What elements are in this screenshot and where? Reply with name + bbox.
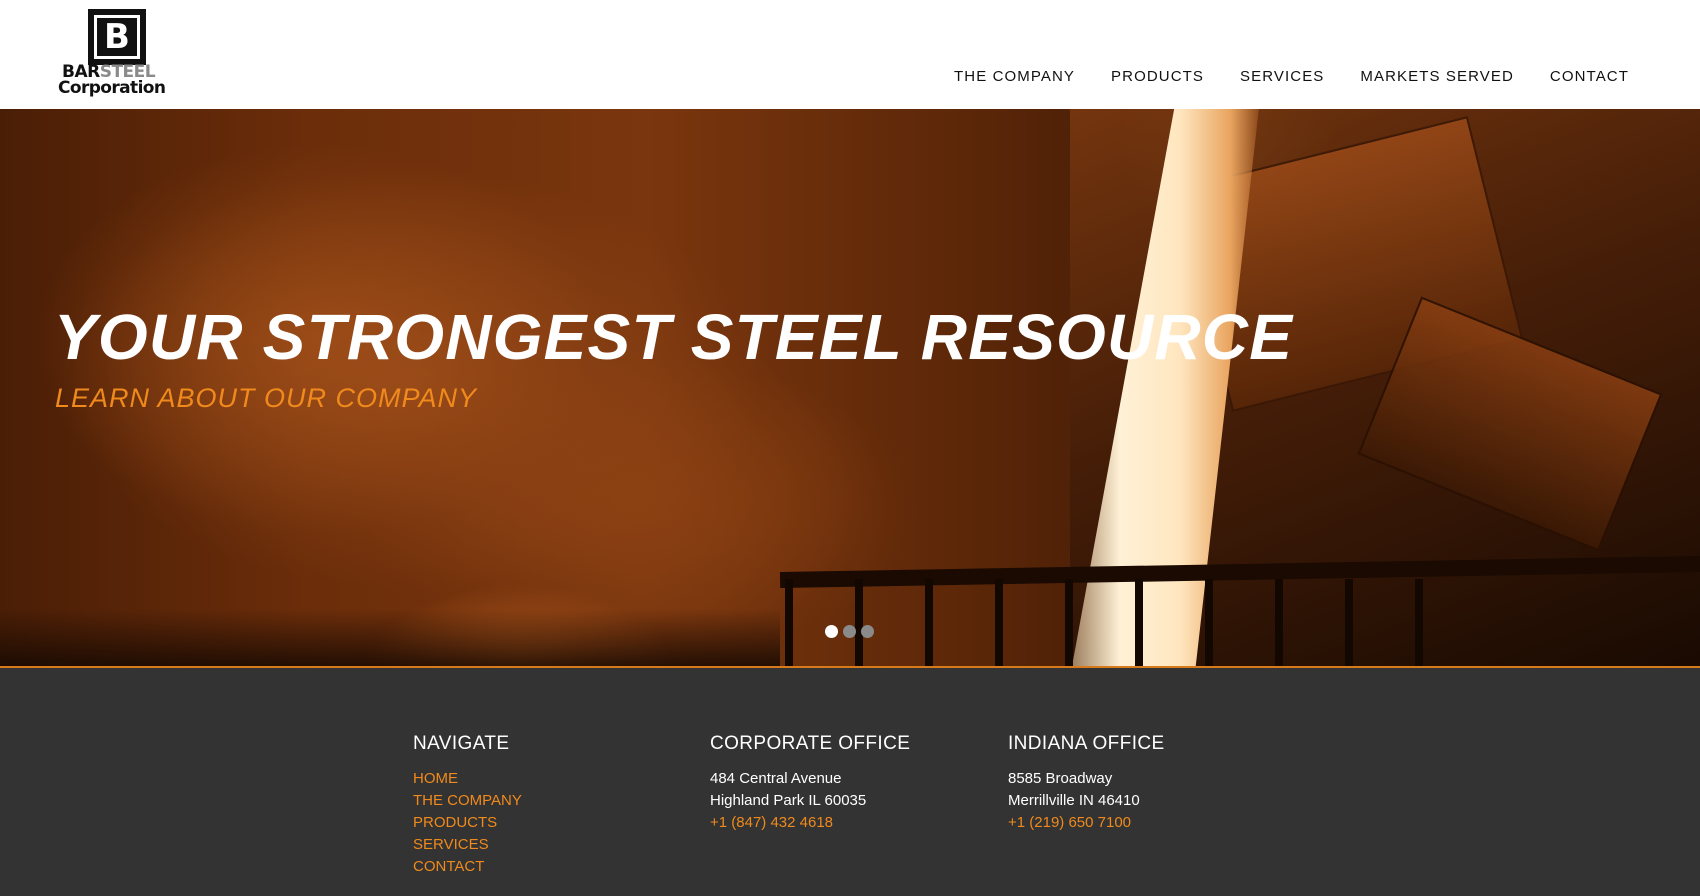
corporate-address-line1: 484 Central Avenue [710, 770, 842, 787]
hero-frame [785, 579, 1425, 668]
slider-dot-2[interactable] [843, 625, 856, 638]
logo-corporation: Corporation [58, 78, 166, 98]
logo-mark: B [88, 9, 146, 65]
footer-link-home[interactable]: HOME [413, 768, 522, 790]
slider-dot-3[interactable] [861, 625, 874, 638]
nav-item-products[interactable]: PRODUCTS [1111, 68, 1204, 85]
indiana-address-line1: 8585 Broadway [1008, 770, 1113, 787]
slider-dots [825, 625, 874, 638]
footer-corporate-title: CORPORATE OFFICE [710, 733, 911, 754]
main-nav: THE COMPANY PRODUCTS SERVICES MARKETS SE… [954, 68, 1629, 85]
corporate-phone-link[interactable]: +1 (847) 432 4618 [710, 812, 910, 834]
hero-ground [0, 609, 780, 668]
footer-indiana-title: INDIANA OFFICE [1008, 733, 1165, 754]
footer-corporate-office: CORPORATE OFFICE 484 Central Avenue High… [710, 734, 910, 834]
footer-link-contact[interactable]: CONTACT [413, 856, 522, 878]
footer-link-services[interactable]: SERVICES [413, 834, 522, 856]
footer-indiana-office: INDIANA OFFICE 8585 Broadway Merrillvill… [1008, 734, 1165, 834]
hero-title: YOUR STRONGEST STEEL RESOURCE [54, 301, 1294, 373]
site-footer: NAVIGATE HOME THE COMPANY PRODUCTS SERVI… [0, 668, 1700, 896]
nav-item-contact[interactable]: CONTACT [1550, 68, 1629, 85]
nav-item-markets-served[interactable]: MARKETS SERVED [1360, 68, 1514, 85]
indiana-address-line2: Merrillville IN 46410 [1008, 792, 1140, 809]
indiana-phone-link[interactable]: +1 (219) 650 7100 [1008, 812, 1165, 834]
company-logo[interactable]: B BARSTEEL Corporation [58, 9, 176, 99]
footer-link-products[interactable]: PRODUCTS [413, 812, 522, 834]
nav-item-services[interactable]: SERVICES [1240, 68, 1324, 85]
hero-slider: YOUR STRONGEST STEEL RESOURCE LEARN ABOU… [0, 109, 1700, 668]
learn-about-company-link[interactable]: LEARN ABOUT OUR COMPANY [55, 385, 477, 412]
site-header: B BARSTEEL Corporation THE COMPANY PRODU… [0, 0, 1700, 109]
logo-letter: B [104, 17, 130, 57]
footer-navigate: NAVIGATE HOME THE COMPANY PRODUCTS SERVI… [413, 734, 522, 878]
corporate-address-line2: Highland Park IL 60035 [710, 792, 867, 809]
footer-link-the-company[interactable]: THE COMPANY [413, 790, 522, 812]
footer-navigate-title: NAVIGATE [413, 733, 510, 754]
slider-dot-1[interactable] [825, 625, 838, 638]
nav-item-the-company[interactable]: THE COMPANY [954, 68, 1075, 85]
